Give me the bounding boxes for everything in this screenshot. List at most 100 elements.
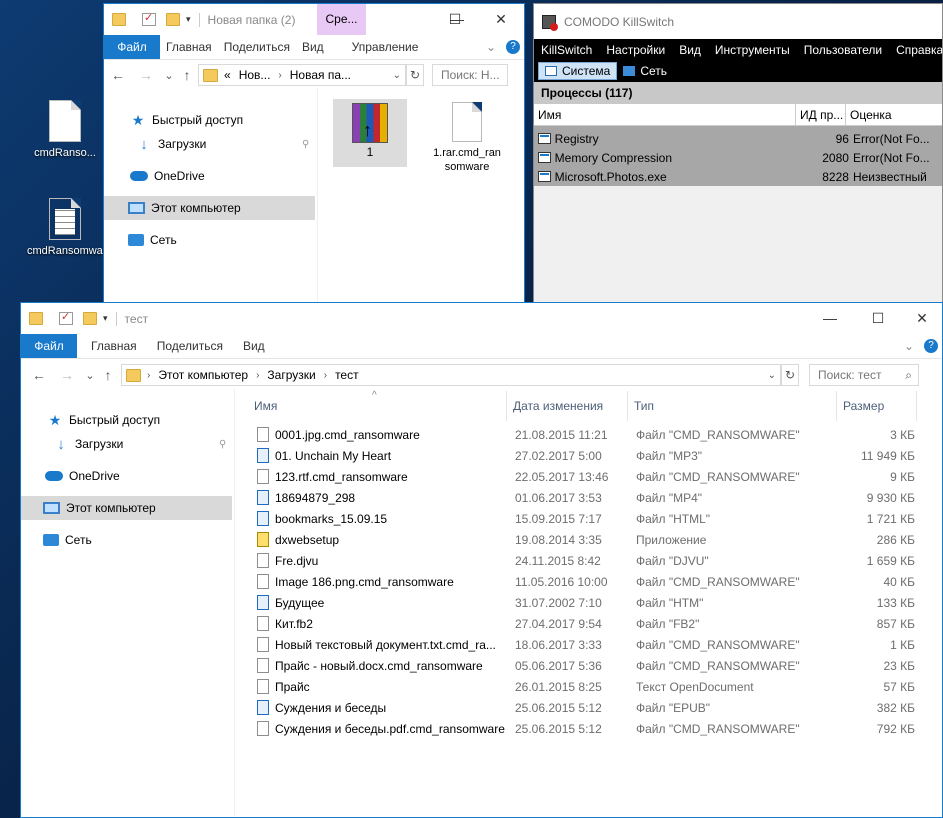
refresh-icon[interactable]: ↻	[406, 64, 424, 86]
menu-item-users[interactable]: Пользователи	[797, 43, 889, 57]
file-row[interactable]: Кит.fb2 27.04.2017 9:54 Файл "FB2" 857 КБ	[257, 613, 915, 634]
file-row[interactable]: Будущее 31.07.2002 7:10 Файл "HTM" 133 КБ	[257, 592, 915, 613]
ribbon-tab-share[interactable]: Поделиться	[151, 334, 229, 358]
address-bar[interactable]: « Нов... › Новая па... ⌄	[198, 64, 406, 86]
address-dropdown-icon[interactable]: ⌄	[768, 370, 776, 381]
column-header-type[interactable]: Тип	[628, 391, 837, 421]
search-icon[interactable]: ⌕	[905, 368, 912, 383]
process-row[interactable]: Microsoft.Photos.exe 8228 Неизвестный	[534, 167, 942, 186]
nav-item-quick-access[interactable]: ★ Быстрый доступ	[47, 408, 160, 432]
breadcrumb-item[interactable]: тест	[335, 368, 359, 382]
file-row[interactable]: dxwebsetup 19.08.2014 3:35 Приложение 286 К…	[257, 529, 915, 550]
help-icon[interactable]: ?	[506, 40, 520, 54]
menu-item-help[interactable]: Справка	[889, 43, 942, 57]
file-row[interactable]: Прайс 26.01.2015 8:25 Текст OpenDocument 57…	[257, 676, 915, 697]
menu-item-killswitch[interactable]: KillSwitch	[534, 43, 599, 57]
pin-icon[interactable]: ⚲	[302, 139, 309, 150]
new-folder-icon[interactable]	[166, 13, 180, 26]
recent-locations-icon[interactable]: ⌄	[81, 369, 99, 382]
ribbon-tab-manage[interactable]: Управление	[346, 35, 425, 59]
file-item-1-rar[interactable]: ↑ 1	[333, 99, 407, 167]
tab-network[interactable]: Сеть	[617, 62, 673, 80]
desktop-icon-cmdransomware-1[interactable]: cmdRanso...	[27, 100, 103, 160]
pin-icon[interactable]: ⚲	[219, 439, 226, 450]
customize-toolbar-icon[interactable]: ▾	[103, 313, 108, 324]
ribbon-expand-icon[interactable]: ⌄	[898, 334, 920, 358]
maximize-icon[interactable]: ☐	[432, 4, 478, 35]
file-row[interactable]: Прайс - новый.docx.cmd_ransomware 05.06.2…	[257, 655, 915, 676]
file-row[interactable]: 123.rtf.cmd_ransomware 22.05.2017 13:46 Фа…	[257, 466, 915, 487]
ribbon-tab-home[interactable]: Главная	[160, 35, 218, 59]
breadcrumb-item[interactable]: Загрузки	[267, 368, 315, 382]
file-row[interactable]: Image 186.png.cmd_ransomware 11.05.2016 1…	[257, 571, 915, 592]
ribbon-tab-share[interactable]: Поделиться	[218, 35, 296, 59]
refresh-icon[interactable]: ↻	[781, 364, 799, 386]
column-pid[interactable]: ИД пр...	[796, 104, 846, 125]
file-row[interactable]: Суждения и беседы.pdf.cmd_ransomware 25.0…	[257, 718, 915, 739]
close-icon[interactable]: ✕	[478, 4, 524, 35]
up-arrow-icon[interactable]: ↑	[99, 367, 117, 383]
breadcrumb-chevron[interactable]: «	[224, 68, 231, 82]
new-folder-icon[interactable]	[83, 312, 97, 325]
tab-system[interactable]: Система	[538, 62, 618, 80]
help-icon[interactable]: ?	[924, 339, 938, 353]
ribbon-tab-view[interactable]: Вид	[237, 334, 271, 358]
recent-locations-icon[interactable]: ⌄	[160, 69, 178, 82]
column-rating[interactable]: Оценка	[846, 104, 942, 125]
context-tab-label[interactable]: Сре...	[317, 4, 366, 35]
menu-item-tools[interactable]: Инструменты	[708, 43, 797, 57]
breadcrumb-item[interactable]: Новая па...	[290, 68, 351, 82]
file-row[interactable]: 0001.jpg.cmd_ransomware 21.08.2015 11:21 Ф…	[257, 424, 915, 445]
address-dropdown-icon[interactable]: ⌄	[393, 70, 401, 81]
forward-arrow-icon[interactable]: →	[53, 367, 81, 383]
process-row[interactable]: Memory Compression 2080 Error(Not Fo...	[534, 148, 942, 167]
nav-item-downloads[interactable]: ↓ Загрузки	[53, 432, 123, 456]
forward-arrow-icon[interactable]: →	[132, 67, 160, 83]
search-input[interactable]: Поиск: тест ⌕	[809, 364, 919, 386]
ribbon-expand-icon[interactable]: ⌄	[480, 35, 502, 59]
column-header-size[interactable]: Размер	[837, 391, 917, 421]
file-row[interactable]: Суждения и беседы 25.06.2015 5:12 Файл "EP…	[257, 697, 915, 718]
menu-item-view[interactable]: Вид	[672, 43, 708, 57]
properties-icon[interactable]	[142, 11, 156, 26]
properties-icon[interactable]	[59, 310, 73, 325]
nav-item-onedrive[interactable]: OneDrive	[130, 164, 205, 188]
address-bar[interactable]: › Этот компьютер › Загрузки › тест ⌄	[121, 364, 781, 386]
browser-icon	[257, 511, 269, 526]
breadcrumb-item[interactable]: Нов...	[239, 68, 271, 82]
file-name: Прайс	[275, 679, 310, 694]
nav-item-onedrive[interactable]: OneDrive	[45, 464, 120, 488]
process-table-body: Registry 96 Error(Not Fo... Memory Compr…	[534, 126, 942, 186]
ribbon-tab-view[interactable]: Вид	[296, 35, 330, 59]
file-row[interactable]: Новый текстовый документ.txt.cmd_ra... 18…	[257, 634, 915, 655]
breadcrumb-item[interactable]: Этот компьютер	[158, 368, 248, 382]
nav-item-this-pc[interactable]: Этот компьютер	[104, 196, 315, 220]
file-row[interactable]: 18694879_298 01.06.2017 3:53 Файл "MP4" 9 9…	[257, 487, 915, 508]
close-icon[interactable]: ✕	[899, 303, 942, 334]
ribbon-tab-home[interactable]: Главная	[85, 334, 143, 358]
search-input[interactable]: Поиск: Н...	[432, 64, 508, 86]
nav-item-network[interactable]: Сеть	[43, 528, 92, 552]
nav-item-downloads[interactable]: ↓ Загрузки	[136, 132, 206, 156]
back-arrow-icon[interactable]: ←	[104, 67, 132, 83]
file-item-rar-cmd-ransomware[interactable]: 1.rar.cmd_ransomware	[432, 102, 502, 174]
back-arrow-icon[interactable]: ←	[25, 367, 53, 383]
column-name[interactable]: Имя	[534, 104, 796, 125]
column-header-date[interactable]: Дата изменения	[507, 391, 628, 421]
ribbon-tab-file[interactable]: Файл	[21, 334, 77, 358]
file-row[interactable]: 01. Unchain My Heart 27.02.2017 5:00 Файл …	[257, 445, 915, 466]
up-arrow-icon[interactable]: ↑	[178, 67, 196, 83]
desktop-icon-cmdransomware-2[interactable]: cmdRansomware	[27, 198, 113, 258]
file-row[interactable]: Fre.djvu 24.11.2015 8:42 Файл "DJVU" 1 659 …	[257, 550, 915, 571]
column-header-name[interactable]: Имя ^	[248, 390, 507, 421]
file-row[interactable]: bookmarks_15.09.15 15.09.2015 7:17 Файл "H…	[257, 508, 915, 529]
customize-toolbar-icon[interactable]: ▾	[186, 14, 191, 25]
nav-item-this-pc[interactable]: Этот компьютер	[21, 496, 232, 520]
process-row[interactable]: Registry 96 Error(Not Fo...	[534, 129, 942, 148]
menu-item-settings[interactable]: Настройки	[599, 43, 672, 57]
nav-item-quick-access[interactable]: ★ Быстрый доступ	[130, 108, 243, 132]
minimize-icon[interactable]: —	[807, 303, 853, 334]
maximize-icon[interactable]: ☐	[855, 303, 901, 334]
nav-item-network[interactable]: Сеть	[128, 228, 177, 252]
ribbon-tab-file[interactable]: Файл	[104, 35, 160, 59]
